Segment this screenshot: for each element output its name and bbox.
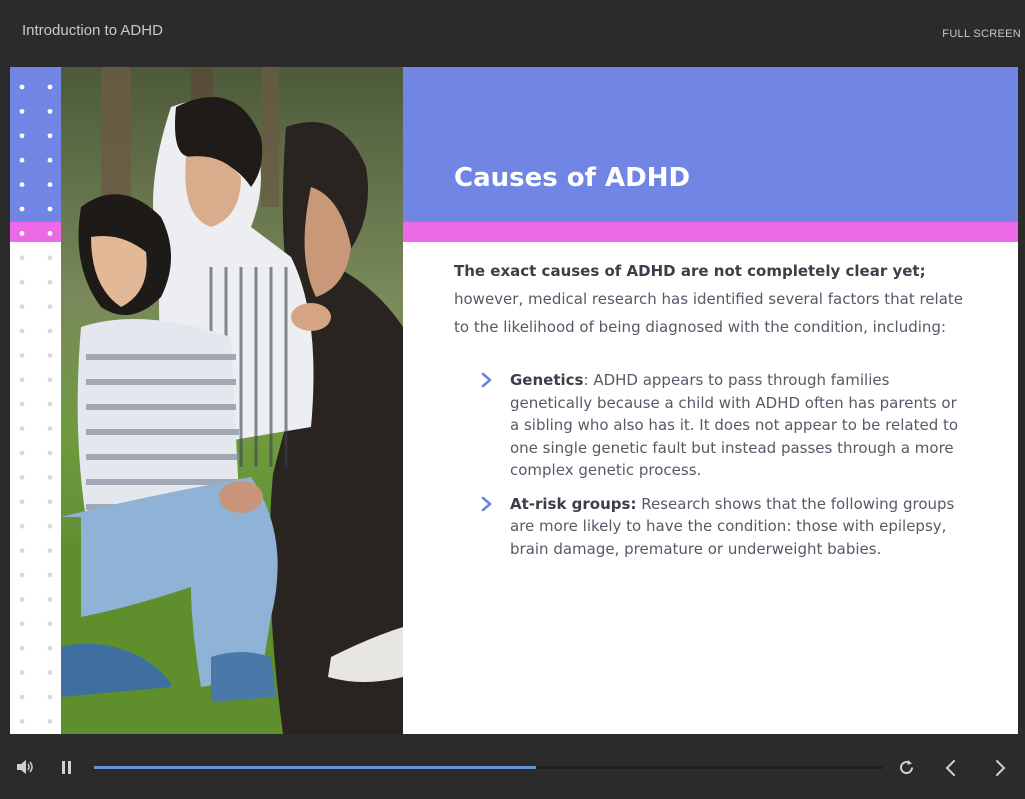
bullet-term: Genetics: [510, 371, 584, 389]
list-item: At-risk groups: Research shows that the …: [480, 493, 970, 561]
accent-stripe: [403, 222, 1018, 242]
slide-title: Causes of ADHD: [454, 163, 691, 193]
pause-icon[interactable]: [61, 760, 73, 779]
family-photo: [61, 67, 403, 734]
chevron-right-icon: [481, 496, 492, 511]
causes-list: Genetics: ADHD appears to pass through f…: [480, 369, 970, 571]
dot-pattern: [19, 84, 53, 724]
chevron-right-icon: [481, 372, 492, 388]
course-title: Introduction to ADHD: [22, 22, 163, 39]
chevron-right-icon[interactable]: [993, 759, 1007, 781]
volume-icon[interactable]: [16, 759, 34, 779]
chevron-left-icon[interactable]: [944, 759, 958, 781]
progress-fill: [94, 766, 536, 769]
replay-icon[interactable]: [898, 759, 915, 780]
slide: Causes of ADHD The exact causes of ADHD …: [10, 67, 1018, 734]
intro-text: however, medical research has identified…: [454, 290, 964, 336]
title-banner: Causes of ADHD: [403, 67, 1018, 222]
bullet-term: At-risk groups:: [510, 494, 637, 513]
fullscreen-button[interactable]: FULL SCREEN: [942, 28, 1021, 40]
intro-bold-text: The exact causes of ADHD are not complet…: [454, 262, 926, 280]
player-controls: [0, 735, 1025, 799]
progress-bar[interactable]: [94, 766, 883, 769]
dot-pattern-strip: [10, 67, 61, 734]
intro-paragraph: The exact causes of ADHD are not complet…: [454, 257, 974, 341]
list-item: Genetics: ADHD appears to pass through f…: [480, 369, 970, 482]
top-bar: Introduction to ADHD FULL SCREEN: [0, 0, 1025, 66]
